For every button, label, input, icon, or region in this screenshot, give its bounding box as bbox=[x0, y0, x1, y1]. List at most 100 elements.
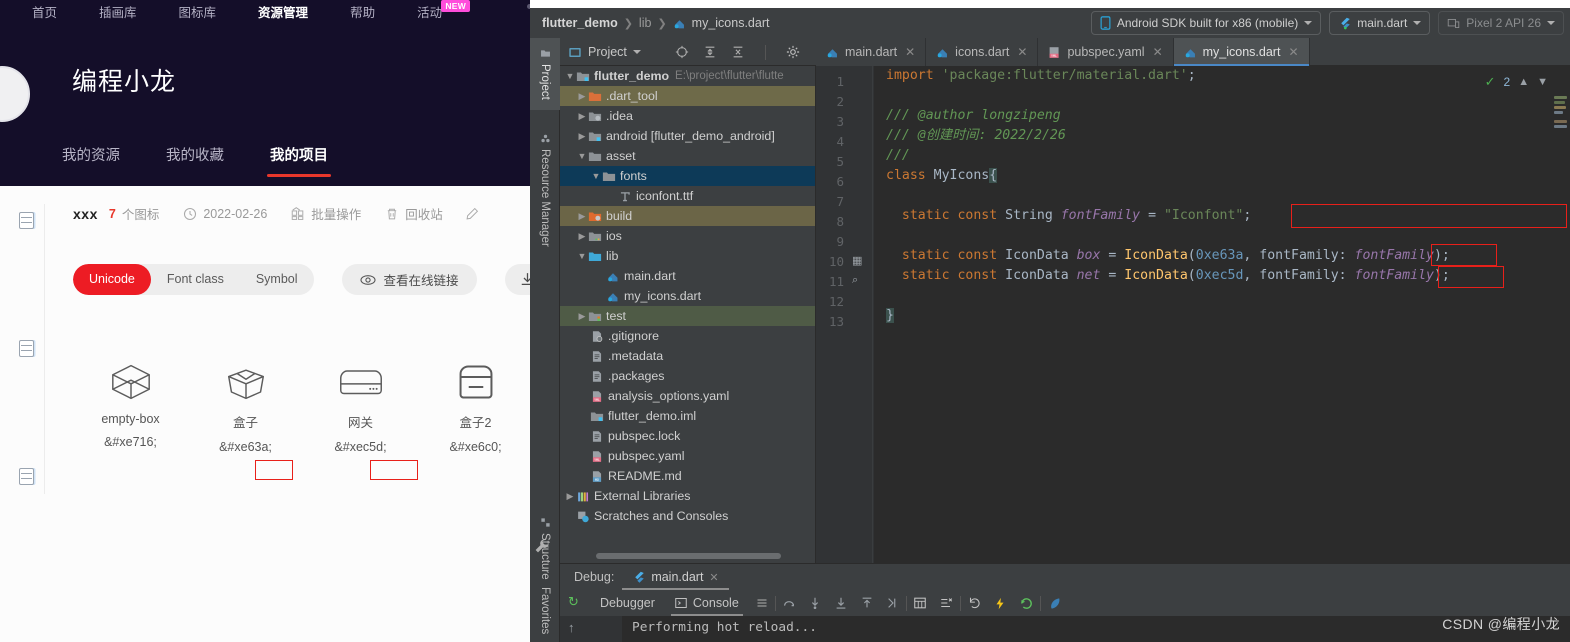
editor-tab-icons-dart[interactable]: icons.dart ✕ bbox=[926, 38, 1039, 66]
expand-all-icon[interactable] bbox=[703, 45, 717, 59]
tree-row[interactable]: ▶ .idea bbox=[560, 106, 815, 126]
rail-project-item-2[interactable] bbox=[0, 336, 34, 360]
nav-item-0[interactable]: 首页 bbox=[32, 2, 57, 21]
hot-restart-icon[interactable] bbox=[1019, 596, 1034, 611]
tree-row[interactable]: ▶ External Libraries bbox=[560, 486, 815, 506]
project-panel-title[interactable]: Project bbox=[568, 45, 641, 59]
code-editor[interactable]: 1 2 3 4 5 6 7 8 9 10 11 12 13 ▦ ⌕ import… bbox=[816, 66, 1570, 563]
tree-row[interactable]: flutter_demo.iml bbox=[560, 406, 815, 426]
rail-project-item-1[interactable] bbox=[0, 208, 34, 232]
tree-row[interactable]: ▼ fonts bbox=[560, 166, 815, 186]
icon-cell[interactable]: 网关 &#xec5d; bbox=[303, 354, 418, 456]
vtab-resource-manager[interactable]: Resource Manager bbox=[530, 114, 560, 266]
tree-row[interactable]: ▼ asset bbox=[560, 146, 815, 166]
chevron-right-icon[interactable]: ▶ bbox=[576, 111, 588, 122]
recycle-bin-button[interactable]: 回收站 bbox=[385, 204, 443, 223]
tree-hscrollbar[interactable] bbox=[596, 553, 815, 559]
nav-item-5[interactable]: 活动 NEW bbox=[417, 0, 471, 21]
chevron-right-icon[interactable]: ▶ bbox=[576, 311, 588, 322]
nav-item-3[interactable]: 资源管理 bbox=[258, 2, 308, 21]
hot-reload-icon[interactable] bbox=[993, 596, 1007, 611]
icon-cell[interactable]: 盒子2 &#xe6c0; bbox=[418, 354, 533, 456]
scroll-up-icon[interactable]: ↑ bbox=[568, 620, 575, 635]
segment-font-class[interactable]: Font class bbox=[151, 264, 240, 295]
edit-button[interactable] bbox=[465, 207, 479, 221]
chevron-down-icon[interactable]: ▼ bbox=[576, 151, 588, 161]
step-into-icon[interactable] bbox=[808, 596, 822, 610]
mute-breakpoints-icon[interactable] bbox=[939, 596, 954, 610]
layout-icon[interactable] bbox=[755, 597, 769, 609]
tree-row[interactable]: YML pubspec.yaml bbox=[560, 446, 815, 466]
breadcrumb-folder[interactable]: lib bbox=[639, 16, 652, 30]
editor-tab-pubspec-yaml[interactable]: YML pubspec.yaml ✕ bbox=[1038, 38, 1174, 66]
restart-icon[interactable] bbox=[967, 596, 981, 610]
close-icon[interactable]: ✕ bbox=[1153, 45, 1163, 59]
chevron-right-icon[interactable]: ▶ bbox=[576, 231, 588, 242]
wrench-icon[interactable] bbox=[534, 538, 550, 554]
tree-row[interactable]: pubspec.lock bbox=[560, 426, 815, 446]
open-devtools-icon[interactable] bbox=[1047, 596, 1062, 611]
tree-row[interactable]: ▶ test bbox=[560, 306, 815, 326]
gear-icon[interactable] bbox=[786, 45, 800, 59]
device-selector[interactable]: Android SDK built for x86 (mobile) bbox=[1090, 11, 1322, 35]
step-over-icon[interactable] bbox=[782, 596, 796, 610]
run-config-selector[interactable]: main.dart bbox=[1329, 11, 1431, 35]
locate-icon[interactable] bbox=[675, 45, 689, 59]
icon-cell[interactable]: empty-box &#xe716; bbox=[73, 354, 188, 456]
close-icon[interactable]: ✕ bbox=[709, 571, 718, 584]
tab-my-projects[interactable]: 我的项目 bbox=[267, 144, 331, 177]
code-content[interactable]: import 'package:flutter/material.dart'; … bbox=[874, 66, 1570, 563]
close-icon[interactable]: ✕ bbox=[1288, 45, 1298, 59]
breadcrumb-project[interactable]: flutter_demo bbox=[542, 16, 618, 30]
inspection-widget[interactable]: ✓ 2 ▲ ▼ bbox=[1485, 74, 1548, 90]
chevron-right-icon[interactable]: ▶ bbox=[564, 491, 576, 502]
rail-project-item-3[interactable] bbox=[0, 464, 34, 488]
segment-unicode[interactable]: Unicode bbox=[73, 264, 151, 295]
editor-tab-my-icons-dart[interactable]: my_icons.dart ✕ bbox=[1173, 38, 1310, 66]
tree-row[interactable]: .packages bbox=[560, 366, 815, 386]
tree-row[interactable]: .gitignore bbox=[560, 326, 815, 346]
tree-row[interactable]: ▶ build bbox=[560, 206, 815, 226]
tab-my-favorites[interactable]: 我的收藏 bbox=[166, 144, 224, 177]
chevron-right-icon[interactable]: ▶ bbox=[576, 131, 588, 142]
debugger-tab[interactable]: Debugger bbox=[590, 590, 665, 616]
chevron-down-icon[interactable]: ▼ bbox=[590, 171, 602, 181]
tab-my-resources[interactable]: 我的资源 bbox=[62, 144, 120, 177]
segment-symbol[interactable]: Symbol bbox=[240, 264, 314, 295]
console-tab[interactable]: Console bbox=[665, 590, 749, 616]
chevron-down-icon[interactable]: ▼ bbox=[1537, 76, 1548, 88]
collapse-all-icon[interactable] bbox=[731, 45, 745, 59]
icon-cell[interactable]: 盒子 &#xe63a; bbox=[188, 354, 303, 456]
chevron-down-icon[interactable]: ▼ bbox=[576, 251, 588, 261]
tree-row[interactable]: main.dart bbox=[560, 266, 815, 286]
chevron-right-icon[interactable]: ▶ bbox=[576, 211, 588, 222]
breadcrumb-file[interactable]: my_icons.dart bbox=[692, 16, 770, 30]
tree-row[interactable]: YML analysis_options.yaml bbox=[560, 386, 815, 406]
emulator-selector[interactable]: Pixel 2 API 26 bbox=[1438, 11, 1564, 35]
nav-item-2[interactable]: 图标库 bbox=[179, 2, 217, 21]
close-icon[interactable]: ✕ bbox=[1017, 45, 1027, 59]
chevron-down-icon[interactable]: ▼ bbox=[564, 71, 576, 81]
usage-gutter-icon[interactable]: ⌕ bbox=[852, 274, 858, 287]
chevron-up-icon[interactable]: ▲ bbox=[1518, 76, 1529, 88]
evaluate-icon[interactable] bbox=[913, 596, 927, 610]
tree-row[interactable]: ▼ flutter_demo E:\project\flutter\flutte bbox=[560, 66, 815, 86]
field-gutter-icon[interactable]: ▦ bbox=[852, 254, 862, 267]
view-online-link-button[interactable]: 查看在线链接 bbox=[341, 264, 477, 295]
step-out-icon[interactable] bbox=[860, 596, 874, 610]
tree-row[interactable]: Scratches and Consoles bbox=[560, 506, 815, 526]
chevron-right-icon[interactable]: ▶ bbox=[576, 91, 588, 102]
tree-row[interactable]: iconfont.ttf bbox=[560, 186, 815, 206]
batch-operation-button[interactable]: 批量操作 bbox=[291, 204, 361, 223]
nav-item-1[interactable]: 插画库 bbox=[99, 2, 137, 21]
tree-row[interactable]: .metadata bbox=[560, 346, 815, 366]
rerun-icon[interactable]: ↻ bbox=[568, 594, 579, 610]
run-to-cursor-icon[interactable] bbox=[886, 596, 900, 610]
vtab-favorites[interactable]: Favorites bbox=[530, 566, 560, 642]
tree-row[interactable]: ▶ ios bbox=[560, 226, 815, 246]
nav-item-4[interactable]: 帮助 bbox=[350, 2, 375, 21]
tree-row[interactable]: MD README.md bbox=[560, 466, 815, 486]
editor-tab-main-dart[interactable]: main.dart ✕ bbox=[816, 38, 927, 66]
console-output[interactable]: ↑ Performing hot reload... bbox=[560, 616, 1570, 642]
tree-row[interactable]: ▼ lib bbox=[560, 246, 815, 266]
